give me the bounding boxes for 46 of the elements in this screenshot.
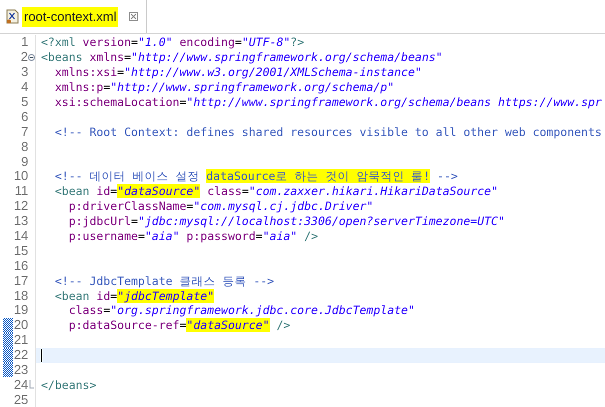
line-number: 16 xyxy=(13,258,28,273)
line-number: 25 xyxy=(13,392,28,407)
code-line: <bean id="dataSource" class="com.zaxxer.hikari.HikariDataSource" xyxy=(54,184,498,198)
line-number: 14 xyxy=(13,229,28,244)
line-number: 18 xyxy=(13,288,28,303)
line-number: 8 xyxy=(20,140,28,154)
code-line: <bean id="jdbcTemplate" xyxy=(54,288,214,303)
line-number: 5 xyxy=(20,95,28,109)
line-number: 20 xyxy=(13,318,28,332)
line-number: 15 xyxy=(13,244,28,258)
code-line: xsi:schemaLocation="http://www.springframework.org/schema/beans https://www.spr xyxy=(54,95,602,109)
line-number: 9 xyxy=(20,154,28,169)
line-number: 13 xyxy=(13,214,28,228)
line-number: 10 xyxy=(13,169,28,184)
code-line: <?xml version="1.0" encoding="UTF-8"?> xyxy=(41,35,304,50)
code-line: xmlns:p="http://www.springframework.org/schema/p" xyxy=(54,80,394,94)
line-number: 11 xyxy=(14,184,28,198)
code-line: p:driverClassName="com.mysql.cj.jdbc.Driver" xyxy=(68,199,374,214)
code-line: p:jdbcUrl="jdbc:mysql://localhost:3306/open?serverTimezone=UTC" xyxy=(68,214,505,228)
line-number: 19 xyxy=(13,303,28,318)
line-number: 22 xyxy=(13,348,28,362)
line-number: 17 xyxy=(13,274,28,288)
code-line: <!-- 데이터 베이스 설정 dataSource로 하는 것이 암묵적인 룰! --> xyxy=(54,169,458,184)
line-number: 7 xyxy=(20,124,28,139)
line-number: 2 xyxy=(20,50,28,64)
line-number: 4 xyxy=(20,80,28,94)
line-number: 6 xyxy=(20,110,28,124)
text-cursor xyxy=(41,348,42,362)
line-number: 23 xyxy=(13,363,28,378)
line-number: 12 xyxy=(13,199,28,214)
xml-file-icon xyxy=(6,9,19,24)
tab-title: root-context.xml xyxy=(22,6,118,26)
collapse-icon[interactable] xyxy=(28,54,35,61)
code-line: p:dataSource-ref="dataSource" /> xyxy=(68,318,290,332)
line-number: 3 xyxy=(20,65,28,80)
code-line: <beans xmlns="http://www.springframework.org/schema/beans" xyxy=(41,50,443,64)
line-number: 24 xyxy=(13,378,28,392)
line-number: 21 xyxy=(13,333,28,348)
line-number: 1 xyxy=(20,35,28,50)
code-line: p:username="aia" p:password="aia" /> xyxy=(68,229,318,244)
code-line: xmlns:xsi="http://www.w3.org/2001/XMLSchema-instance" xyxy=(54,65,422,80)
code-line: class="org.springframework.jdbc.core.JdbcTemplate" xyxy=(68,303,415,318)
close-icon[interactable] xyxy=(129,12,138,21)
code-line: </beans> xyxy=(41,378,96,392)
code-line: <!-- JdbcTemplate 클래스 등록 --> xyxy=(54,274,274,288)
code-line: <!-- Root Context: defines shared resources visible to all other web components xyxy=(54,124,602,139)
